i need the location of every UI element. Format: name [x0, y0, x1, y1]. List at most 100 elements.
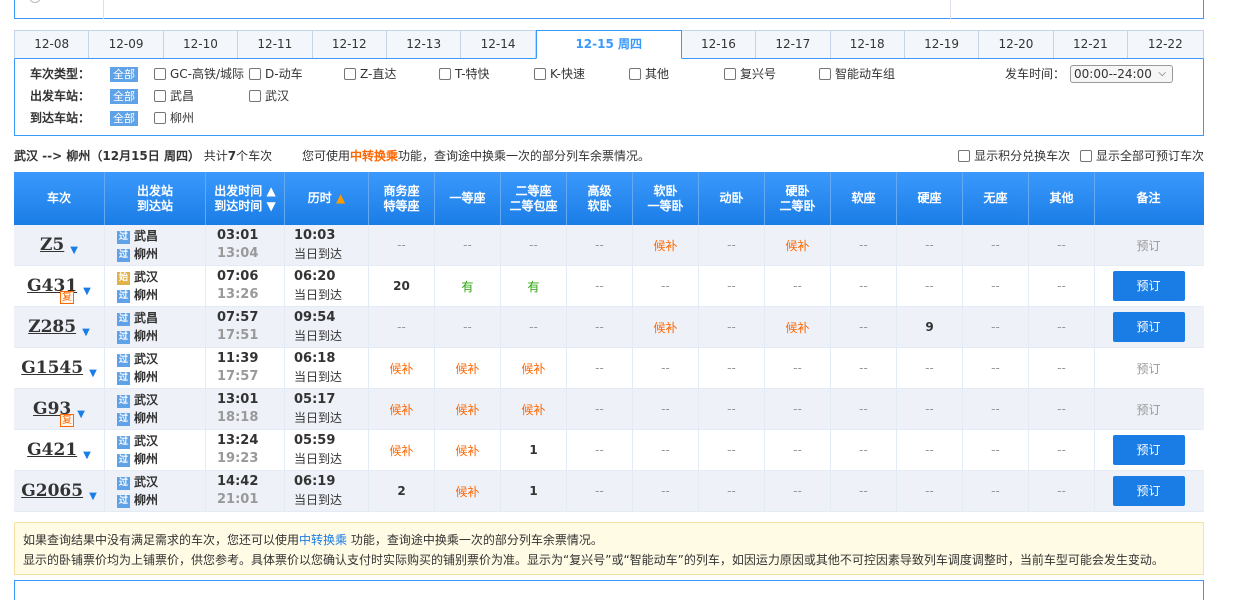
date-tab[interactable]: 12-17: [756, 31, 831, 58]
seat-cell[interactable]: 候补: [633, 225, 699, 265]
filter-panel: 车次类型： 全部 GC-高铁/城际 D-动车 Z-直达 T-特快 K-快速 其他…: [14, 59, 1204, 136]
seat-cell[interactable]: 候补: [369, 389, 435, 429]
seat-cell[interactable]: 1: [501, 430, 567, 470]
seat-cell[interactable]: 候补: [369, 430, 435, 470]
seat-cell[interactable]: 1: [501, 471, 567, 511]
seat-availability[interactable]: 候补: [455, 401, 479, 418]
type-smart-checkbox[interactable]: 智能动车组: [819, 64, 895, 84]
station-cell: 过武汉过柳州: [105, 389, 206, 429]
to-station-checkbox[interactable]: 柳州: [154, 108, 194, 128]
train-number-link[interactable]: Z5: [40, 235, 64, 255]
chevron-down-icon[interactable]: ▼: [77, 409, 85, 420]
type-other-checkbox[interactable]: 其他: [629, 64, 669, 84]
seat-cell[interactable]: 候补: [435, 348, 501, 388]
points-train-checkbox[interactable]: 显示积分兑换车次: [958, 149, 1070, 163]
seat-cell[interactable]: 2: [369, 471, 435, 511]
seat-availability[interactable]: 候补: [455, 442, 479, 459]
seat-availability[interactable]: 20: [393, 279, 410, 293]
train-number-link[interactable]: G1545: [21, 358, 83, 378]
seat-cell[interactable]: 9: [897, 307, 963, 347]
seat-availability[interactable]: 候补: [785, 319, 809, 336]
type-k-checkbox[interactable]: K-快速: [534, 64, 585, 84]
seat-cell[interactable]: 候补: [765, 307, 831, 347]
train-number-link[interactable]: G2065: [21, 481, 83, 501]
seat-availability[interactable]: 候补: [389, 360, 413, 377]
seat-availability[interactable]: 2: [397, 484, 405, 498]
seat-availability[interactable]: 候补: [455, 483, 479, 500]
seat-availability[interactable]: 候补: [521, 360, 545, 377]
type-fuxing-checkbox[interactable]: 复兴号: [724, 64, 776, 84]
date-tab[interactable]: 12-13: [387, 31, 462, 58]
book-button[interactable]: 预订: [1112, 312, 1185, 342]
seat-availability[interactable]: 1: [529, 484, 537, 498]
seat-availability[interactable]: 9: [925, 320, 933, 334]
seat-cell[interactable]: 候补: [501, 389, 567, 429]
seat-availability[interactable]: 有: [461, 278, 473, 295]
all-bookable-checkbox[interactable]: 显示全部可预订车次: [1079, 149, 1204, 163]
seat-availability: --: [925, 402, 934, 416]
date-tab[interactable]: 12-14: [461, 31, 536, 58]
date-tab[interactable]: 12-22: [1128, 31, 1202, 58]
seat-cell[interactable]: 20: [369, 266, 435, 306]
date-tab[interactable]: 12-16: [682, 31, 757, 58]
transfer-link[interactable]: 中转换乘: [350, 149, 398, 163]
seat-cell[interactable]: 候补: [633, 307, 699, 347]
book-button[interactable]: 预订: [1112, 476, 1185, 506]
type-d-checkbox[interactable]: D-动车: [249, 64, 303, 84]
seat-availability[interactable]: 候补: [653, 319, 677, 336]
date-tab[interactable]: 12-18: [831, 31, 905, 58]
date-tab[interactable]: 12-15 周四: [535, 30, 682, 59]
seat-cell[interactable]: 候补: [501, 348, 567, 388]
book-button[interactable]: 预订: [1112, 271, 1185, 301]
type-t-checkbox[interactable]: T-特快: [439, 64, 490, 84]
col-time[interactable]: 出发时间 ▲ 到达时间 ▼: [206, 172, 285, 225]
from-station-checkbox[interactable]: 武昌: [154, 86, 194, 106]
seat-cell[interactable]: 有: [435, 266, 501, 306]
chevron-down-icon[interactable]: ▼: [83, 450, 91, 461]
date-tab[interactable]: 12-09: [89, 31, 164, 58]
seat-availability[interactable]: 候补: [455, 360, 479, 377]
date-tab[interactable]: 12-10: [164, 31, 239, 58]
type-gc-checkbox[interactable]: GC-高铁/城际: [154, 64, 244, 84]
seat-availability[interactable]: 有: [527, 278, 539, 295]
date-tab[interactable]: 12-20: [979, 31, 1054, 58]
seat-availability[interactable]: 候补: [521, 401, 545, 418]
seat-cell[interactable]: 候补: [435, 430, 501, 470]
seat-availability[interactable]: 1: [529, 443, 537, 457]
date-tab[interactable]: 12-19: [905, 31, 980, 58]
seat-cell[interactable]: 候补: [369, 348, 435, 388]
type-z-checkbox[interactable]: Z-直达: [344, 64, 396, 84]
train-number-link[interactable]: Z285: [28, 317, 76, 337]
date-tab[interactable]: 12-11: [238, 31, 313, 58]
departure-time-select[interactable]: 00:00--24:00 ⌵: [1070, 65, 1173, 83]
seat-availability[interactable]: 候补: [389, 401, 413, 418]
chevron-down-icon[interactable]: ▼: [83, 286, 91, 297]
book-button[interactable]: 预订: [1112, 435, 1185, 465]
seat-cell[interactable]: 有: [501, 266, 567, 306]
date-tab[interactable]: 12-12: [313, 31, 387, 58]
train-number-link[interactable]: G421: [27, 440, 77, 460]
seat-availability[interactable]: 候补: [653, 237, 677, 254]
date-tab[interactable]: 12-21: [1054, 31, 1129, 58]
chevron-down-icon[interactable]: ▼: [89, 491, 97, 502]
seat-cell[interactable]: 候补: [435, 471, 501, 511]
seat-cell[interactable]: 候补: [765, 225, 831, 265]
seat-cell: --: [1029, 266, 1095, 306]
train-type-all-button[interactable]: 全部: [110, 67, 138, 82]
date-tab[interactable]: 12-08: [15, 31, 90, 58]
transfer-link[interactable]: 中转换乘: [299, 533, 347, 547]
seat-availability[interactable]: 候补: [785, 237, 809, 254]
to-station-all-button[interactable]: 全部: [110, 111, 138, 126]
chevron-down-icon[interactable]: ▼: [82, 327, 90, 338]
seat-availability[interactable]: 候补: [389, 442, 413, 459]
seat-availability: --: [661, 443, 670, 457]
seat-cell: --: [831, 389, 897, 429]
from-station-all-button[interactable]: 全部: [110, 89, 138, 104]
route-text: 武汉 --> 柳州（12月15日 周四）: [14, 149, 200, 163]
chevron-down-icon[interactable]: ▼: [70, 245, 78, 256]
col-duration[interactable]: 历时 ▲: [285, 172, 369, 225]
from-station-checkbox[interactable]: 武汉: [249, 86, 289, 106]
chevron-down-icon[interactable]: ▼: [89, 368, 97, 379]
seat-cell[interactable]: 候补: [435, 389, 501, 429]
radio-button[interactable]: [29, 0, 41, 3]
